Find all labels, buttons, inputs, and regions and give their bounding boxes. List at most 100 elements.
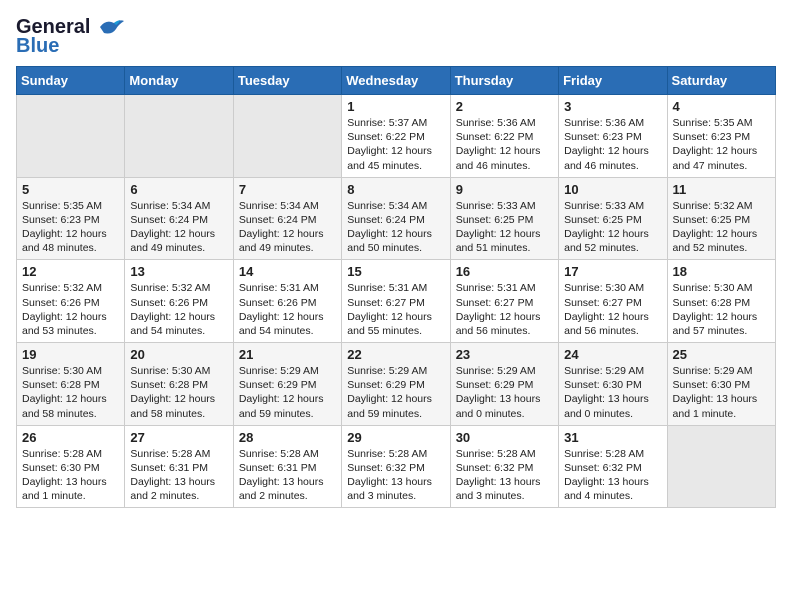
calendar-cell: 24 Sunrise: 5:29 AM Sunset: 6:30 PM Dayli… — [559, 343, 667, 426]
cell-content: Sunrise: 5:36 AM Sunset: 6:23 PM Dayligh… — [564, 116, 661, 173]
calendar-cell: 29 Sunrise: 5:28 AM Sunset: 6:32 PM Dayli… — [342, 425, 450, 508]
cell-content: Sunrise: 5:30 AM Sunset: 6:28 PM Dayligh… — [673, 281, 770, 338]
page-header: General Blue — [16, 16, 776, 58]
week-row-1: 1 Sunrise: 5:37 AM Sunset: 6:22 PM Daylig… — [17, 95, 776, 178]
calendar-cell: 5 Sunrise: 5:35 AM Sunset: 6:23 PM Daylig… — [17, 177, 125, 260]
day-number: 2 — [456, 99, 553, 114]
calendar-cell: 17 Sunrise: 5:30 AM Sunset: 6:27 PM Dayli… — [559, 260, 667, 343]
week-row-5: 26 Sunrise: 5:28 AM Sunset: 6:30 PM Dayli… — [17, 425, 776, 508]
cell-content: Sunrise: 5:37 AM Sunset: 6:22 PM Dayligh… — [347, 116, 444, 173]
calendar-cell: 20 Sunrise: 5:30 AM Sunset: 6:28 PM Dayli… — [125, 343, 233, 426]
cell-content: Sunrise: 5:33 AM Sunset: 6:25 PM Dayligh… — [456, 199, 553, 256]
cell-content: Sunrise: 5:28 AM Sunset: 6:32 PM Dayligh… — [564, 447, 661, 504]
calendar-table: SundayMondayTuesdayWednesdayThursdayFrid… — [16, 66, 776, 508]
cell-content: Sunrise: 5:29 AM Sunset: 6:29 PM Dayligh… — [456, 364, 553, 421]
day-number: 9 — [456, 182, 553, 197]
logo: General Blue — [16, 16, 124, 58]
day-number: 26 — [22, 430, 119, 445]
header-sunday: Sunday — [17, 67, 125, 95]
calendar-cell: 14Sunrise: 5:31 AM Sunset: 6:26 PM Dayli… — [233, 260, 341, 343]
calendar-cell: 9 Sunrise: 5:33 AM Sunset: 6:25 PM Daylig… — [450, 177, 558, 260]
day-number: 1 — [347, 99, 444, 114]
cell-content: Sunrise: 5:29 AM Sunset: 6:30 PM Dayligh… — [564, 364, 661, 421]
day-number: 17 — [564, 264, 661, 279]
calendar-cell: 30Sunrise: 5:28 AM Sunset: 6:32 PM Dayli… — [450, 425, 558, 508]
day-number: 18 — [673, 264, 770, 279]
calendar-cell: 1 Sunrise: 5:37 AM Sunset: 6:22 PM Daylig… — [342, 95, 450, 178]
logo-blue-text: Blue — [16, 35, 59, 58]
cell-content: Sunrise: 5:34 AM Sunset: 6:24 PM Dayligh… — [347, 199, 444, 256]
calendar-cell: 31 Sunrise: 5:28 AM Sunset: 6:32 PM Dayli… — [559, 425, 667, 508]
day-number: 22 — [347, 347, 444, 362]
day-number: 11 — [673, 182, 770, 197]
day-number: 27 — [130, 430, 227, 445]
cell-content: Sunrise: 5:31 AM Sunset: 6:27 PM Dayligh… — [347, 281, 444, 338]
calendar-cell: 27 Sunrise: 5:28 AM Sunset: 6:31 PM Dayli… — [125, 425, 233, 508]
calendar-cell: 6 Sunrise: 5:34 AM Sunset: 6:24 PM Daylig… — [125, 177, 233, 260]
cell-content: Sunrise: 5:32 AM Sunset: 6:25 PM Dayligh… — [673, 199, 770, 256]
day-number: 23 — [456, 347, 553, 362]
cell-content: Sunrise: 5:29 AM Sunset: 6:30 PM Dayligh… — [673, 364, 770, 421]
day-number: 21 — [239, 347, 336, 362]
cell-content: Sunrise: 5:28 AM Sunset: 6:31 PM Dayligh… — [130, 447, 227, 504]
week-row-3: 12Sunrise: 5:32 AM Sunset: 6:26 PM Dayli… — [17, 260, 776, 343]
calendar-cell: 28 Sunrise: 5:28 AM Sunset: 6:31 PM Dayli… — [233, 425, 341, 508]
cell-content: Sunrise: 5:28 AM Sunset: 6:30 PM Dayligh… — [22, 447, 119, 504]
day-number: 15 — [347, 264, 444, 279]
day-number: 6 — [130, 182, 227, 197]
cell-content: Sunrise: 5:33 AM Sunset: 6:25 PM Dayligh… — [564, 199, 661, 256]
cell-content: Sunrise: 5:30 AM Sunset: 6:27 PM Dayligh… — [564, 281, 661, 338]
header-wednesday: Wednesday — [342, 67, 450, 95]
calendar-cell — [233, 95, 341, 178]
day-number: 8 — [347, 182, 444, 197]
calendar-cell: 8 Sunrise: 5:34 AM Sunset: 6:24 PM Daylig… — [342, 177, 450, 260]
cell-content: Sunrise: 5:30 AM Sunset: 6:28 PM Dayligh… — [130, 364, 227, 421]
day-number: 10 — [564, 182, 661, 197]
cell-content: Sunrise: 5:32 AM Sunset: 6:26 PM Dayligh… — [130, 281, 227, 338]
header-saturday: Saturday — [667, 67, 775, 95]
day-number: 28 — [239, 430, 336, 445]
day-number: 13 — [130, 264, 227, 279]
calendar-cell — [17, 95, 125, 178]
calendar-cell: 10 Sunrise: 5:33 AM Sunset: 6:25 PM Dayli… — [559, 177, 667, 260]
calendar-cell: 12Sunrise: 5:32 AM Sunset: 6:26 PM Dayli… — [17, 260, 125, 343]
calendar-cell: 25Sunrise: 5:29 AM Sunset: 6:30 PM Dayli… — [667, 343, 775, 426]
cell-content: Sunrise: 5:28 AM Sunset: 6:31 PM Dayligh… — [239, 447, 336, 504]
cell-content: Sunrise: 5:34 AM Sunset: 6:24 PM Dayligh… — [130, 199, 227, 256]
calendar-cell: 23 Sunrise: 5:29 AM Sunset: 6:29 PM Dayli… — [450, 343, 558, 426]
day-number: 14 — [239, 264, 336, 279]
calendar-cell: 7Sunrise: 5:34 AM Sunset: 6:24 PM Daylig… — [233, 177, 341, 260]
cell-content: Sunrise: 5:30 AM Sunset: 6:28 PM Dayligh… — [22, 364, 119, 421]
cell-content: Sunrise: 5:34 AM Sunset: 6:24 PM Dayligh… — [239, 199, 336, 256]
calendar-cell — [125, 95, 233, 178]
day-number: 31 — [564, 430, 661, 445]
day-number: 24 — [564, 347, 661, 362]
day-number: 20 — [130, 347, 227, 362]
day-number: 19 — [22, 347, 119, 362]
cell-content: Sunrise: 5:32 AM Sunset: 6:26 PM Dayligh… — [22, 281, 119, 338]
cell-content: Sunrise: 5:28 AM Sunset: 6:32 PM Dayligh… — [347, 447, 444, 504]
day-number: 16 — [456, 264, 553, 279]
day-number: 3 — [564, 99, 661, 114]
day-number: 5 — [22, 182, 119, 197]
calendar-cell: 11 Sunrise: 5:32 AM Sunset: 6:25 PM Dayli… — [667, 177, 775, 260]
day-number: 29 — [347, 430, 444, 445]
calendar-cell: 15 Sunrise: 5:31 AM Sunset: 6:27 PM Dayli… — [342, 260, 450, 343]
calendar-cell: 4Sunrise: 5:35 AM Sunset: 6:23 PM Daylig… — [667, 95, 775, 178]
calendar-cell: 3 Sunrise: 5:36 AM Sunset: 6:23 PM Daylig… — [559, 95, 667, 178]
header-tuesday: Tuesday — [233, 67, 341, 95]
calendar-cell: 26 Sunrise: 5:28 AM Sunset: 6:30 PM Dayli… — [17, 425, 125, 508]
day-number: 30 — [456, 430, 553, 445]
calendar-cell: 16Sunrise: 5:31 AM Sunset: 6:27 PM Dayli… — [450, 260, 558, 343]
cell-content: Sunrise: 5:29 AM Sunset: 6:29 PM Dayligh… — [239, 364, 336, 421]
calendar-cell: 19 Sunrise: 5:30 AM Sunset: 6:28 PM Dayli… — [17, 343, 125, 426]
cell-content: Sunrise: 5:35 AM Sunset: 6:23 PM Dayligh… — [22, 199, 119, 256]
calendar-cell: 2Sunrise: 5:36 AM Sunset: 6:22 PM Daylig… — [450, 95, 558, 178]
calendar-cell: 18 Sunrise: 5:30 AM Sunset: 6:28 PM Dayli… — [667, 260, 775, 343]
header-monday: Monday — [125, 67, 233, 95]
cell-content: Sunrise: 5:29 AM Sunset: 6:29 PM Dayligh… — [347, 364, 444, 421]
day-number: 4 — [673, 99, 770, 114]
calendar-header-row: SundayMondayTuesdayWednesdayThursdayFrid… — [17, 67, 776, 95]
header-thursday: Thursday — [450, 67, 558, 95]
calendar-cell — [667, 425, 775, 508]
